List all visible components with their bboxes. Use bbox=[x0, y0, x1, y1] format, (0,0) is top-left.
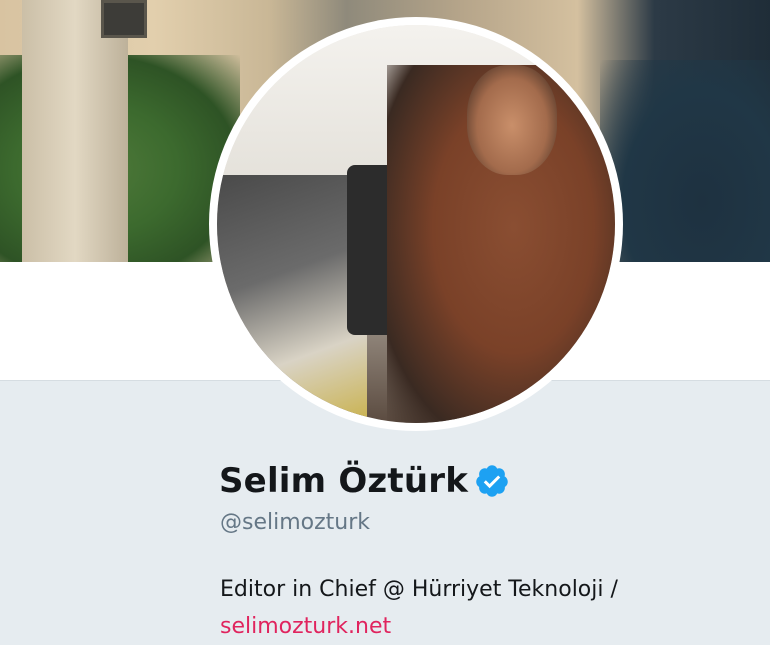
avatar-desk bbox=[217, 175, 367, 423]
profile-avatar[interactable] bbox=[209, 17, 623, 431]
verified-badge-icon bbox=[474, 463, 510, 499]
profile-bio: Editor in Chief @ Hürriyet Teknoloji / s… bbox=[220, 571, 740, 645]
bio-website-link[interactable]: selimozturk.net bbox=[220, 614, 391, 639]
banner-pillar bbox=[22, 0, 128, 262]
profile-page: Selim Öztürk @selimozturk Editor in Chie… bbox=[0, 0, 770, 645]
banner-person bbox=[600, 60, 770, 262]
profile-name-row: Selim Öztürk bbox=[219, 458, 510, 504]
profile-display-name[interactable]: Selim Öztürk bbox=[219, 461, 468, 501]
profile-handle[interactable]: @selimozturk bbox=[220, 510, 370, 535]
bio-text: Editor in Chief @ Hürriyet Teknoloji / bbox=[220, 577, 618, 602]
banner-window bbox=[101, 0, 147, 38]
avatar-person-head bbox=[467, 65, 557, 175]
avatar-photo bbox=[217, 25, 615, 423]
